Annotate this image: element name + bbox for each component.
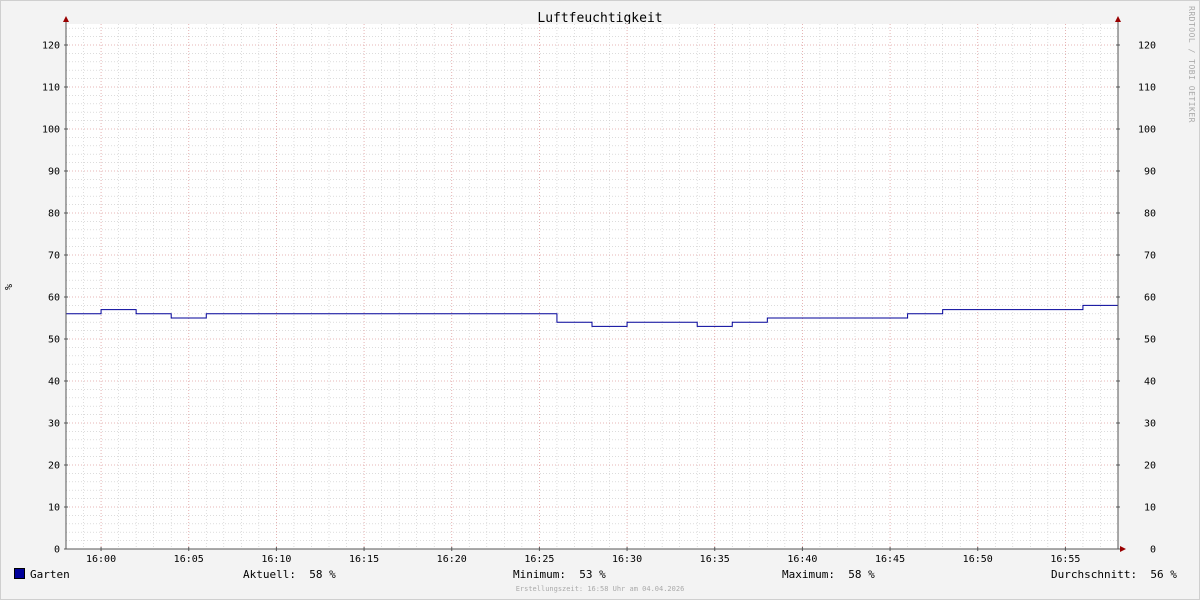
legend-aktuell-label: Aktuell: <box>243 568 296 581</box>
x-tick-label: 16:45 <box>875 554 905 565</box>
x-tick-label: 16:35 <box>700 554 730 565</box>
y-tick-left: 30 <box>48 419 60 430</box>
x-tick-label: 16:40 <box>787 554 817 565</box>
legend-series: Garten <box>14 568 70 581</box>
legend-average: Durchschnitt: 56 % <box>1051 568 1177 581</box>
y-tick-right: 110 <box>1138 83 1156 94</box>
x-tick-label: 16:05 <box>174 554 204 565</box>
y-tick-left: 20 <box>48 461 60 472</box>
y-tick-right: 60 <box>1144 293 1156 304</box>
x-tick-label: 16:30 <box>612 554 642 565</box>
x-axis-arrow <box>1120 546 1126 552</box>
legend-swatch <box>14 568 25 579</box>
creation-time: Erstellungszeit: 16:58 Uhr am 04.04.2026 <box>515 585 685 593</box>
y-tick-left: 90 <box>48 167 60 178</box>
y-tick-right: 10 <box>1144 503 1156 514</box>
legend-maximum-value: 58 % <box>848 568 875 581</box>
y-tick-right: 90 <box>1144 167 1156 178</box>
legend-minimum: Minimum: 53 % <box>513 568 606 581</box>
legend: Garten Aktuell: 58 % Minimum: 53 % Maxim… <box>0 568 1200 584</box>
y-tick-left: 70 <box>48 251 60 262</box>
x-tick-label: 16:15 <box>349 554 379 565</box>
legend-minimum-label: Minimum: <box>513 568 566 581</box>
x-tick-label: 16:50 <box>963 554 993 565</box>
x-tick-label: 16:20 <box>437 554 467 565</box>
y-axis-left-arrow <box>63 16 69 22</box>
y-tick-left: 40 <box>48 377 60 388</box>
legend-maximum-label: Maximum: <box>782 568 835 581</box>
x-tick-label: 16:25 <box>524 554 554 565</box>
y-axis-label: % <box>4 284 15 290</box>
x-tick-label: 16:10 <box>261 554 291 565</box>
y-tick-left: 100 <box>42 125 60 136</box>
y-tick-right: 50 <box>1144 335 1156 346</box>
legend-aktuell-value: 58 % <box>309 568 336 581</box>
x-tick-label: 16:55 <box>1050 554 1080 565</box>
legend-minimum-value: 53 % <box>579 568 606 581</box>
legend-average-value: 56 % <box>1150 568 1177 581</box>
y-tick-left: 60 <box>48 293 60 304</box>
legend-maximum: Maximum: 58 % <box>782 568 875 581</box>
y-tick-right: 100 <box>1138 125 1156 136</box>
y-tick-right: 80 <box>1144 209 1156 220</box>
y-axis-right-ticks: 0 10 20 30 40 50 60 70 80 90 100 110 120 <box>1116 41 1156 556</box>
x-axis-ticks: 16:00 16:05 16:10 16:15 16:20 16:25 16:30 16:35… <box>86 547 1080 565</box>
y-tick-left: 10 <box>48 503 60 514</box>
y-tick-right: 30 <box>1144 419 1156 430</box>
y-tick-left: 80 <box>48 209 60 220</box>
x-tick-label: 16:00 <box>86 554 116 565</box>
y-tick-right: 0 <box>1150 545 1156 556</box>
y-tick-right: 120 <box>1138 41 1156 52</box>
legend-series-name: Garten <box>30 568 70 581</box>
y-tick-left: 110 <box>42 83 60 94</box>
y-tick-left: 120 <box>42 41 60 52</box>
y-tick-right: 70 <box>1144 251 1156 262</box>
legend-aktuell: Aktuell: 58 % <box>243 568 336 581</box>
y-tick-right: 40 <box>1144 377 1156 388</box>
y-tick-right: 20 <box>1144 461 1156 472</box>
chart-svg: 0 10 20 30 40 50 60 70 80 90 100 110 120 0 10 20 30 40 50… <box>4 16 1156 565</box>
y-axis-right-arrow <box>1115 16 1121 22</box>
y-axis-left-ticks: 0 10 20 30 40 50 60 70 80 90 100 110 120 <box>42 41 68 556</box>
y-tick-left: 50 <box>48 335 60 346</box>
y-tick-left: 0 <box>54 545 60 556</box>
legend-average-label: Durchschnitt: <box>1051 568 1138 581</box>
